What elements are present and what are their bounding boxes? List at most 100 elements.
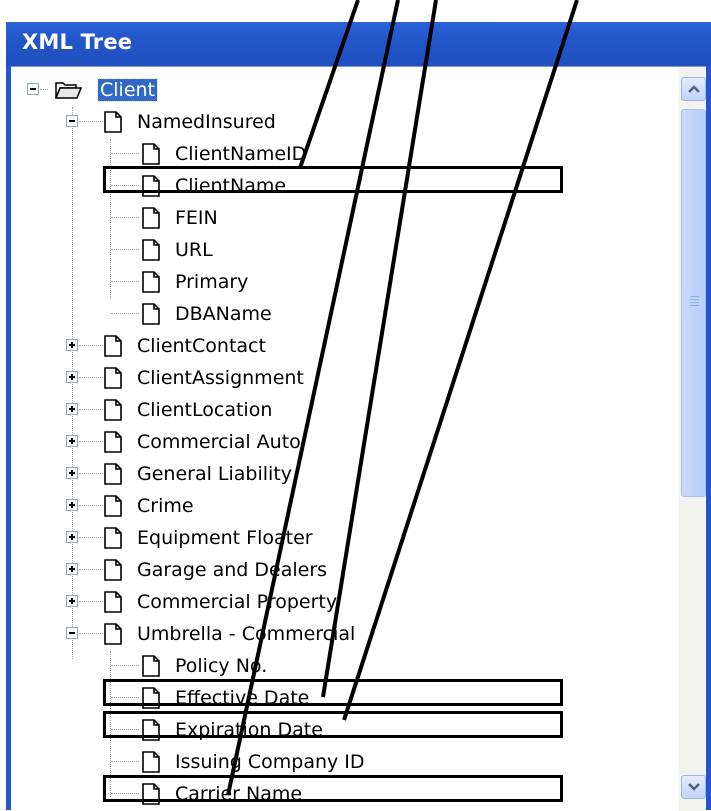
collapse-toggle[interactable] (66, 627, 78, 639)
tree-node-label: ClientContact (137, 335, 266, 357)
tree-node[interactable]: FEIN (11, 203, 676, 233)
tree-node-label: Garage and Dealers (137, 559, 328, 581)
window-border-right (706, 66, 711, 810)
highlight-box-expiration-date (103, 711, 563, 738)
expand-toggle[interactable] (66, 435, 78, 447)
tree-node-label: ClientAssignment (137, 367, 304, 389)
document-icon (142, 655, 160, 677)
expand-toggle[interactable] (66, 531, 78, 543)
tree-node[interactable]: NamedInsured (11, 107, 676, 137)
document-icon (104, 431, 122, 453)
tree-node-client[interactable]: Client (11, 75, 676, 105)
vertical-scrollbar[interactable] (679, 67, 706, 811)
tree-node-label: FEIN (175, 207, 218, 229)
scroll-grip (690, 299, 699, 300)
scroll-up-button[interactable] (681, 77, 706, 101)
tree-node-label: ClientNameID (175, 143, 307, 165)
tree-node[interactable]: Policy No. (11, 651, 676, 681)
tree-connector (79, 537, 103, 538)
tree-node[interactable]: Issuing Company ID (11, 747, 676, 777)
chevron-up-icon (688, 85, 700, 93)
tree-connector (111, 313, 139, 314)
document-icon (142, 207, 160, 229)
tree-connector (79, 505, 103, 506)
tree-node-label: ClientLocation (137, 399, 273, 421)
document-icon (142, 271, 160, 293)
document-icon (142, 303, 160, 325)
tree-node[interactable]: General Liability (11, 459, 676, 489)
chevron-down-icon (688, 783, 700, 791)
collapse-toggle[interactable] (66, 115, 78, 127)
tree-node-label: Crime (137, 495, 194, 517)
tree-node[interactable]: Umbrella - Commercial (11, 619, 676, 649)
tree-node-label: Client (96, 78, 159, 102)
highlight-box-carrier-name (103, 775, 563, 802)
tree-connector (111, 217, 139, 218)
scroll-down-button[interactable] (681, 775, 706, 799)
tree-node[interactable]: Garage and Dealers (11, 555, 676, 585)
document-icon (104, 335, 122, 357)
document-icon (104, 591, 122, 613)
tree-node[interactable]: Commercial Auto (11, 427, 676, 457)
tree-connector (111, 153, 139, 154)
document-icon (104, 399, 122, 421)
tree-node-label: URL (175, 239, 213, 261)
tree-connector (79, 121, 103, 122)
tree-node[interactable]: DBAName (11, 299, 676, 329)
tree-connector (79, 345, 103, 346)
tree-connector (79, 633, 103, 634)
tree-connector (79, 441, 103, 442)
expand-toggle[interactable] (66, 595, 78, 607)
document-icon (104, 495, 122, 517)
document-icon (104, 463, 122, 485)
window-title: XML Tree (22, 30, 133, 54)
expand-toggle[interactable] (66, 403, 78, 415)
document-icon (104, 367, 122, 389)
tree-connector (79, 601, 103, 602)
tree-node[interactable]: Primary (11, 267, 676, 297)
document-icon (104, 559, 122, 581)
document-icon (104, 623, 122, 645)
tree-node-label: Policy No. (175, 655, 268, 677)
tree-node[interactable]: ClientAssignment (11, 363, 676, 393)
expand-toggle[interactable] (66, 499, 78, 511)
tree-node-label: Umbrella - Commercial (137, 623, 356, 645)
tree-connector (111, 281, 139, 282)
expand-toggle[interactable] (66, 467, 78, 479)
tree-connector (79, 473, 103, 474)
document-icon (142, 143, 160, 165)
tree-node-label: NamedInsured (137, 111, 276, 133)
scroll-thumb[interactable] (681, 109, 706, 497)
highlight-box-client-name (103, 166, 563, 193)
tree-node[interactable]: URL (11, 235, 676, 265)
tree-node[interactable]: ClientContact (11, 331, 676, 361)
scroll-grip (690, 302, 699, 303)
tree-node[interactable]: Commercial Property (11, 587, 676, 617)
scroll-grip (690, 305, 699, 306)
tree-connector (40, 89, 48, 90)
tree-node[interactable]: ClientNameID (11, 139, 676, 169)
expand-toggle[interactable] (66, 563, 78, 575)
tree-connector (79, 377, 103, 378)
tree-node-label: Equipment Floater (137, 527, 313, 549)
tree-node[interactable]: ClientLocation (11, 395, 676, 425)
collapse-toggle[interactable] (27, 83, 39, 95)
tree-node[interactable]: Equipment Floater (11, 523, 676, 553)
document-icon (142, 751, 160, 773)
tree-node-label: Commercial Auto (137, 431, 301, 453)
title-bar[interactable]: XML Tree (6, 22, 711, 66)
tree-connector (111, 761, 139, 762)
tree-node-label: Commercial Property (137, 591, 338, 613)
document-icon (104, 527, 122, 549)
document-icon (104, 111, 122, 133)
expand-toggle[interactable] (66, 371, 78, 383)
tree-connector (79, 409, 103, 410)
expand-toggle[interactable] (66, 339, 78, 351)
tree-node-label: Primary (175, 271, 249, 293)
open-folder-icon (54, 82, 82, 99)
tree-connector (79, 569, 103, 570)
tree-node[interactable]: Crime (11, 491, 676, 521)
highlight-box-effective-date (103, 679, 563, 706)
tree-node-label: General Liability (137, 463, 293, 485)
document-icon (142, 239, 160, 261)
